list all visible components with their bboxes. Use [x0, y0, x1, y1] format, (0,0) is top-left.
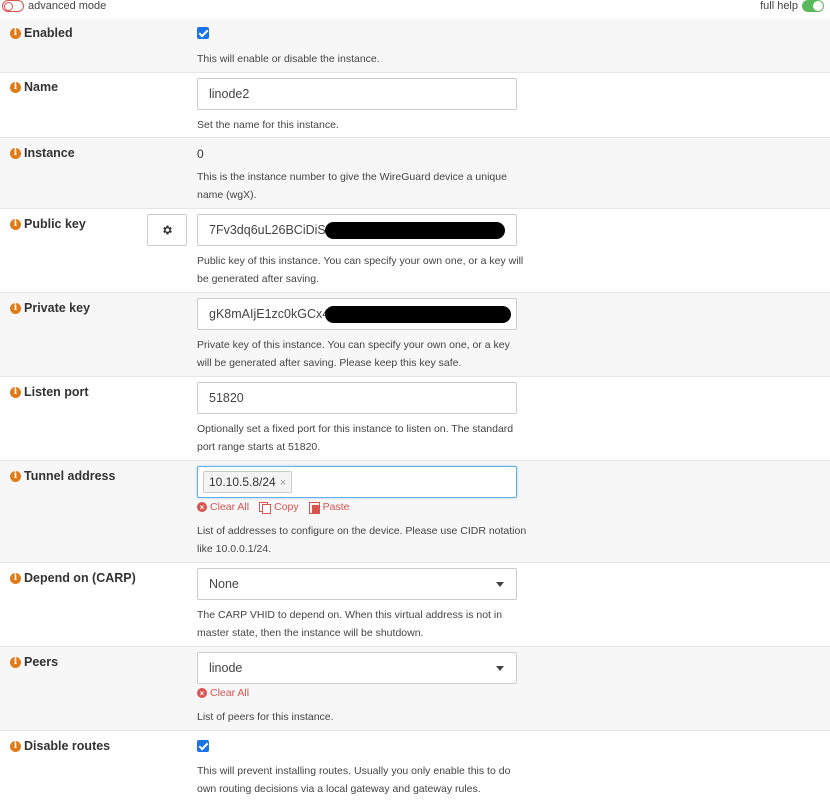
- enabled-checkbox[interactable]: [197, 27, 209, 39]
- listen-port-input[interactable]: 51820: [197, 382, 517, 414]
- private-key-label: i Private key: [10, 301, 90, 315]
- peers-actions: × Clear All: [197, 687, 259, 699]
- info-icon[interactable]: i: [10, 218, 21, 230]
- row-listen-port: i Listen port 51820 Optionally set a fix…: [0, 377, 830, 461]
- tunnel-address-help: List of addresses to configure on the de…: [197, 525, 527, 555]
- info-icon[interactable]: i: [10, 147, 21, 159]
- depend-on-label: i Depend on (CARP): [10, 571, 136, 585]
- clear-all-button[interactable]: × Clear All: [197, 501, 249, 513]
- enabled-help: This will enable or disable the instance…: [197, 53, 380, 65]
- instance-label: i Instance: [10, 146, 75, 160]
- public-key-label: i Public key: [10, 217, 86, 231]
- depend-on-help: The CARP VHID to depend on. When this vi…: [197, 609, 503, 639]
- depend-on-select[interactable]: None: [197, 568, 517, 600]
- disable-routes-label: i Disable routes: [10, 739, 110, 753]
- peers-select[interactable]: linode: [197, 652, 517, 684]
- clear-icon: ×: [197, 688, 207, 698]
- copy-button[interactable]: Copy: [259, 501, 299, 514]
- tunnel-address-label: i Tunnel address: [10, 469, 115, 483]
- clear-all-button[interactable]: × Clear All: [197, 687, 249, 699]
- row-public-key: i Public key 7Fv3dq6uL26BCiDiSa Public k…: [0, 209, 830, 293]
- listen-port-help: Optionally set a fixed port for this ins…: [197, 423, 514, 453]
- row-depend-on: i Depend on (CARP) None The CARP VHID to…: [0, 563, 830, 647]
- row-instance: i Instance 0 This is the instance number…: [0, 138, 830, 209]
- tunnel-address-input[interactable]: 10.10.5.8/24 ×: [197, 466, 517, 498]
- address-token[interactable]: 10.10.5.8/24 ×: [203, 471, 293, 493]
- info-icon[interactable]: i: [10, 470, 21, 482]
- peers-help: List of peers for this instance.: [197, 711, 334, 723]
- instance-value: 0: [197, 147, 204, 161]
- disable-routes-help: This will prevent installing routes. Usu…: [197, 765, 511, 795]
- clear-icon: ×: [197, 502, 207, 512]
- row-peers: i Peers linode × Clear All List of peers…: [0, 647, 830, 731]
- listen-port-label: i Listen port: [10, 385, 89, 399]
- toggle-off-icon: [2, 0, 24, 12]
- instance-help: This is the instance number to give the …: [197, 171, 507, 201]
- paste-button[interactable]: Paste: [308, 501, 349, 514]
- info-icon[interactable]: i: [10, 572, 21, 584]
- name-label: i Name: [10, 80, 58, 94]
- row-private-key: i Private key gK8mAIjE1zc0kGCx4G Private…: [0, 293, 830, 377]
- info-icon[interactable]: i: [10, 740, 21, 752]
- row-disable-routes: i Disable routes This will prevent insta…: [0, 731, 830, 800]
- info-icon[interactable]: i: [10, 386, 21, 398]
- redaction-mark: [325, 222, 505, 239]
- advanced-mode-label: advanced mode: [28, 0, 107, 12]
- tunnel-address-actions: × Clear All Copy Paste: [197, 501, 359, 514]
- name-help: Set the name for this instance.: [197, 119, 339, 131]
- chevron-down-icon: [496, 666, 504, 671]
- info-icon[interactable]: i: [10, 27, 21, 39]
- info-icon[interactable]: i: [10, 302, 21, 314]
- full-help-toggle[interactable]: full help: [760, 0, 824, 12]
- remove-token-icon[interactable]: ×: [280, 477, 286, 489]
- info-icon[interactable]: i: [10, 656, 21, 668]
- private-key-help: Private key of this instance. You can sp…: [197, 339, 510, 369]
- full-help-label: full help: [760, 0, 798, 12]
- gear-icon: [163, 225, 172, 235]
- chevron-down-icon: [496, 582, 504, 587]
- top-bar: advanced mode full help: [0, 0, 830, 18]
- toggle-on-icon: [802, 0, 824, 12]
- row-tunnel-address: i Tunnel address 10.10.5.8/24 × × Clear A…: [0, 461, 830, 563]
- row-enabled: i Enabled This will enable or disable th…: [0, 18, 830, 73]
- advanced-mode-toggle[interactable]: advanced mode: [2, 0, 106, 12]
- row-name: i Name linode2 Set the name for this ins…: [0, 73, 830, 138]
- redaction-mark: [325, 306, 511, 323]
- disable-routes-checkbox[interactable]: [197, 740, 209, 752]
- peers-label: i Peers: [10, 655, 58, 669]
- name-input[interactable]: linode2: [197, 78, 517, 110]
- paste-icon: [308, 501, 320, 514]
- copy-icon: [259, 501, 272, 514]
- public-key-help: Public key of this instance. You can spe…: [197, 255, 524, 285]
- generate-keys-button[interactable]: [147, 214, 187, 246]
- info-icon[interactable]: i: [10, 81, 21, 93]
- enabled-label: i Enabled: [10, 26, 73, 40]
